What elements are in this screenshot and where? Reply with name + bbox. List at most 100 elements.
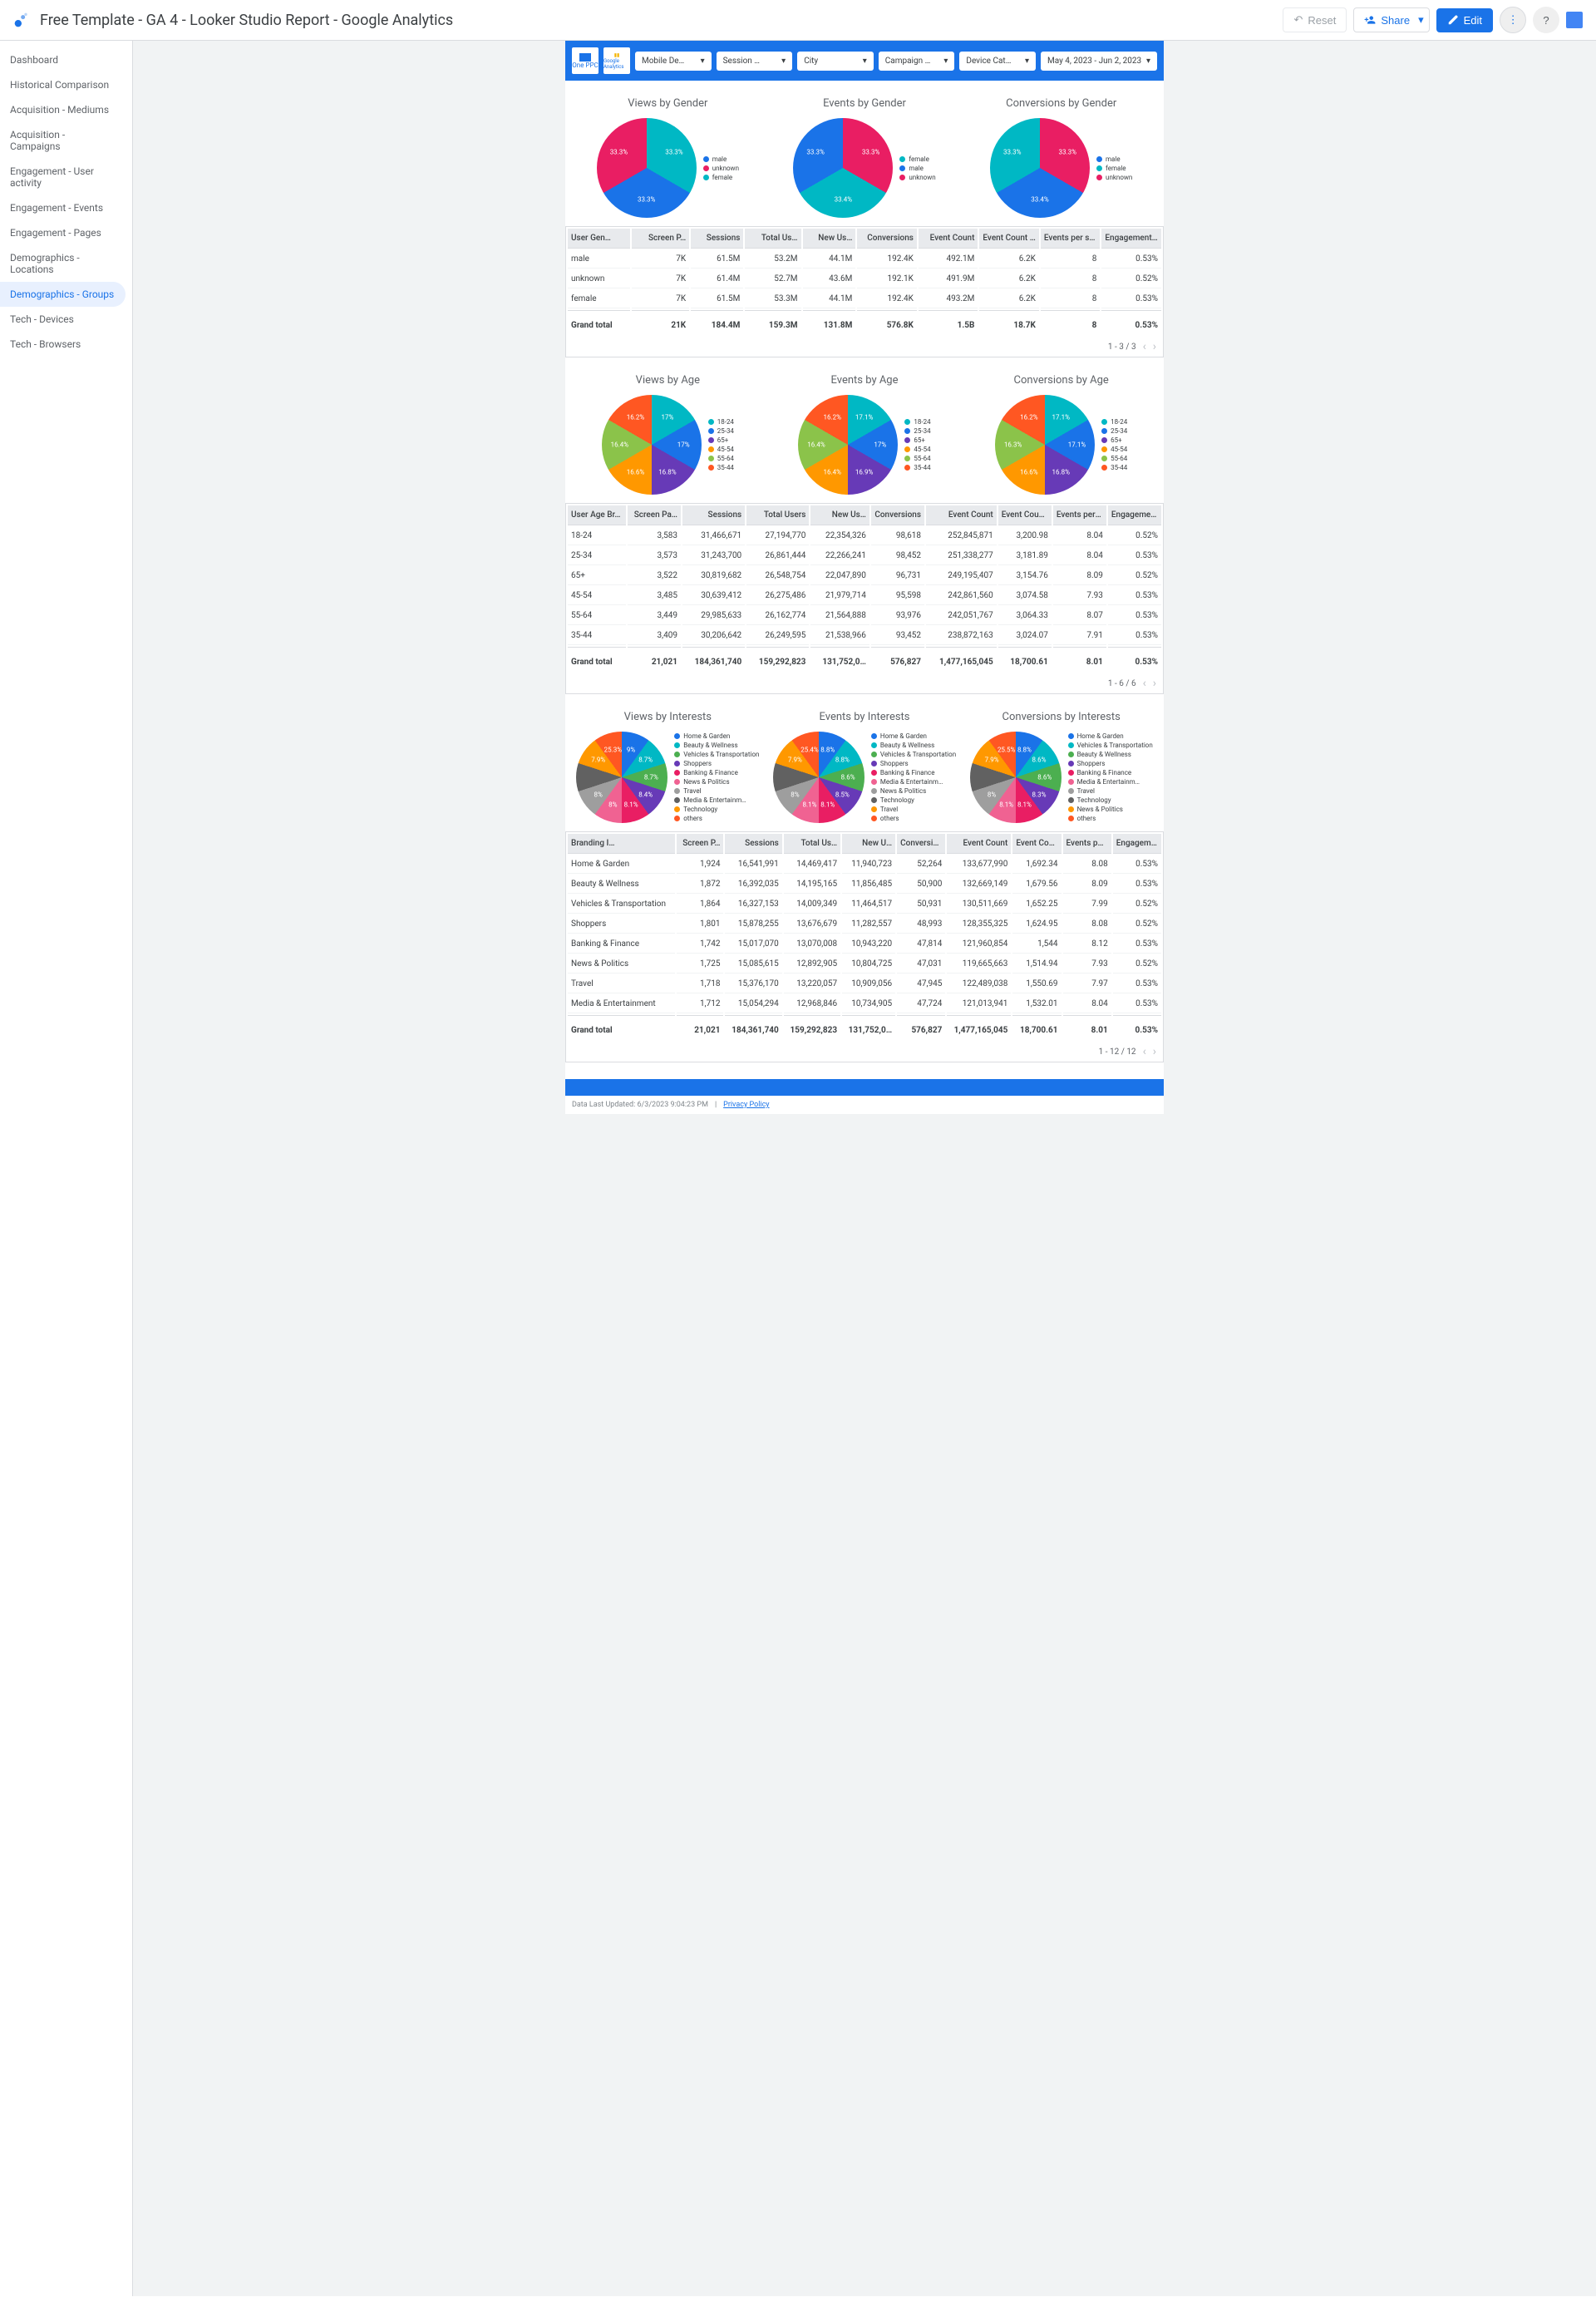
column-header[interactable]: Branding I… [568, 834, 675, 854]
pie-chart[interactable]: Views by Age 17%17%16.8%16.6%16.4%16.2% … [574, 374, 762, 495]
legend-item: Banking & Finance [871, 769, 956, 776]
sidebar-item[interactable]: Historical Comparison [0, 72, 126, 97]
sidebar-item[interactable]: Engagement - User activity [0, 159, 126, 195]
column-header[interactable]: New Us… [803, 229, 856, 249]
gender-pager: 1 - 3 / 3‹› [566, 337, 1163, 357]
table-row: News & Politics1,72515,085,61512,892,905… [568, 955, 1161, 974]
column-header[interactable]: Total Us… [784, 834, 840, 854]
column-header[interactable]: Event Count [919, 229, 978, 249]
prev-page-button[interactable]: ‹ [1143, 1045, 1146, 1058]
more-options-button[interactable]: ⋮ [1500, 7, 1526, 33]
column-header[interactable]: Event Count [947, 834, 1011, 854]
column-header[interactable]: Conversions [857, 229, 917, 249]
filter-dropdown[interactable]: Mobile De…▾ [635, 52, 712, 71]
column-header[interactable]: Engagement R… [1108, 505, 1161, 525]
sidebar-item[interactable]: Demographics - Groups [0, 282, 126, 307]
page-sidebar: ‹ DashboardHistorical ComparisonAcquisit… [0, 41, 133, 2296]
legend-item: male [1096, 155, 1132, 163]
more-vert-icon: ⋮ [1507, 13, 1518, 27]
legend: femalemaleunknown [899, 155, 935, 181]
age-pager: 1 - 6 / 6‹› [566, 673, 1163, 693]
share-button[interactable]: Share [1353, 7, 1421, 32]
edit-button[interactable]: Edit [1436, 8, 1493, 32]
pie-chart[interactable]: Views by Gender 33.3%33.3%33.3% maleunkn… [574, 97, 762, 218]
age-table-wrap: User Age Br…Screen Pa…SessionsTotal User… [565, 503, 1164, 694]
column-header[interactable]: User Gen… [568, 229, 630, 249]
column-header[interactable]: User Age Br… [568, 505, 626, 525]
next-page-button[interactable]: › [1153, 677, 1156, 690]
column-header[interactable]: Event Count [926, 505, 997, 525]
column-header[interactable]: Engagement … [1113, 834, 1161, 854]
sidebar-item[interactable]: Tech - Devices [0, 307, 126, 332]
chart-title: Conversions by Gender [967, 97, 1155, 110]
privacy-policy-link[interactable]: Privacy Policy [723, 1101, 769, 1109]
column-header[interactable]: Event Count Per User [998, 505, 1052, 525]
pie-chart[interactable]: Conversions by Gender 33.3%33.4%33.3% ma… [967, 97, 1155, 218]
column-header[interactable]: Screen Pa… [628, 505, 681, 525]
date-range-picker[interactable]: May 4, 2023 - Jun 2, 2023▾ [1041, 52, 1157, 71]
legend-item: Home & Garden [871, 732, 956, 740]
help-button[interactable]: ? [1533, 7, 1559, 33]
sidebar-collapse-button[interactable]: ‹ [132, 1169, 133, 1209]
pie-chart[interactable]: Conversions by Age 17.1%17.1%16.8%16.6%1… [967, 374, 1155, 495]
column-header[interactable]: Event Count Per U… [1012, 834, 1061, 854]
column-header[interactable]: New U… [842, 834, 895, 854]
next-page-button[interactable]: › [1153, 340, 1156, 353]
filter-dropdown[interactable]: Session …▾ [717, 52, 793, 71]
pencil-icon [1447, 14, 1459, 26]
next-page-button[interactable]: › [1153, 1045, 1156, 1058]
table-row: 65+3,52230,819,68226,548,75422,047,89096… [568, 567, 1161, 585]
prev-page-button[interactable]: ‹ [1143, 340, 1146, 353]
column-header[interactable]: Events per session [1063, 834, 1111, 854]
sidebar-item[interactable]: Engagement - Events [0, 195, 126, 220]
legend-item: female [899, 155, 935, 163]
interest-table-wrap: Branding I…Screen P…SessionsTotal Us…New… [565, 831, 1164, 1062]
pie-chart[interactable]: Events by Gender 33.3%33.4%33.3% femalem… [771, 97, 959, 218]
column-header[interactable]: Events per session [1041, 229, 1101, 249]
filter-bar: One PPC ▮▮Google Analytics Mobile De…▾Se… [565, 41, 1164, 81]
table-row: Home & Garden1,92416,541,99114,469,41711… [568, 855, 1161, 874]
pie-chart[interactable]: Events by Age 17.1%17%16.9%16.4%16.4%16.… [771, 374, 959, 495]
legend-item: Vehicles & Transportation [1068, 742, 1153, 749]
age-table: User Age Br…Screen Pa…SessionsTotal User… [566, 504, 1163, 673]
column-header[interactable]: Screen P… [677, 834, 723, 854]
column-header[interactable]: Engagement … [1101, 229, 1161, 249]
column-header[interactable]: Total Us… [745, 229, 800, 249]
column-header[interactable]: New Us… [810, 505, 869, 525]
help-icon: ? [1543, 14, 1549, 27]
share-dropdown-button[interactable]: ▾ [1413, 7, 1430, 32]
sidebar-item[interactable]: Acquisition - Campaigns [0, 122, 126, 159]
column-header[interactable]: Screen P… [632, 229, 689, 249]
sidebar-item[interactable]: Tech - Browsers [0, 332, 126, 357]
column-header[interactable]: Conversions [897, 834, 945, 854]
column-header[interactable]: Sessions [682, 505, 745, 525]
gender-table-wrap: User Gen…Screen P…SessionsTotal Us…New U… [565, 226, 1164, 357]
prev-page-button[interactable]: ‹ [1143, 677, 1146, 690]
column-header[interactable]: Event Count Per U… [979, 229, 1039, 249]
legend-item: unknown [1096, 174, 1132, 181]
column-header[interactable]: Events per session [1053, 505, 1106, 525]
column-header[interactable]: Sessions [725, 834, 781, 854]
ga-logo: ▮▮Google Analytics [603, 47, 630, 74]
filter-dropdown[interactable]: Campaign …▾ [879, 52, 955, 71]
chevron-down-icon: ▾ [863, 57, 867, 66]
chart-title: Events by Interests [771, 711, 959, 723]
pie-chart[interactable]: Conversions by Interests 8.8%8.6%8.6%8.3… [967, 711, 1155, 823]
sidebar-item[interactable]: Dashboard [0, 47, 126, 72]
filter-dropdown[interactable]: Device Cat…▾ [959, 52, 1036, 71]
pie-chart[interactable]: Views by Interests 9%8.7%8.7%8.4%8.1%8%8… [574, 711, 762, 823]
column-header[interactable]: Sessions [691, 229, 743, 249]
column-header[interactable]: Conversions [871, 505, 924, 525]
chevron-down-icon: ▾ [781, 57, 786, 66]
pie-chart[interactable]: Events by Interests 8.8%8.8%8.6%8.5%8.1%… [771, 711, 959, 823]
chevron-down-icon: ▾ [1025, 57, 1029, 66]
legend: 18-2425-3465+45-5455-6435-44 [1101, 418, 1127, 471]
sidebar-item[interactable]: Engagement - Pages [0, 220, 126, 245]
sidebar-item[interactable]: Acquisition - Mediums [0, 97, 126, 122]
sidebar-item[interactable]: Demographics - Locations [0, 245, 126, 282]
legend-item: 18-24 [1101, 418, 1127, 426]
table-row: 55-643,44929,985,63326,162,77421,564,888… [568, 607, 1161, 625]
reset-button[interactable]: ↶ Reset [1283, 7, 1347, 32]
column-header[interactable]: Total Users [746, 505, 809, 525]
filter-dropdown[interactable]: City▾ [797, 52, 874, 71]
